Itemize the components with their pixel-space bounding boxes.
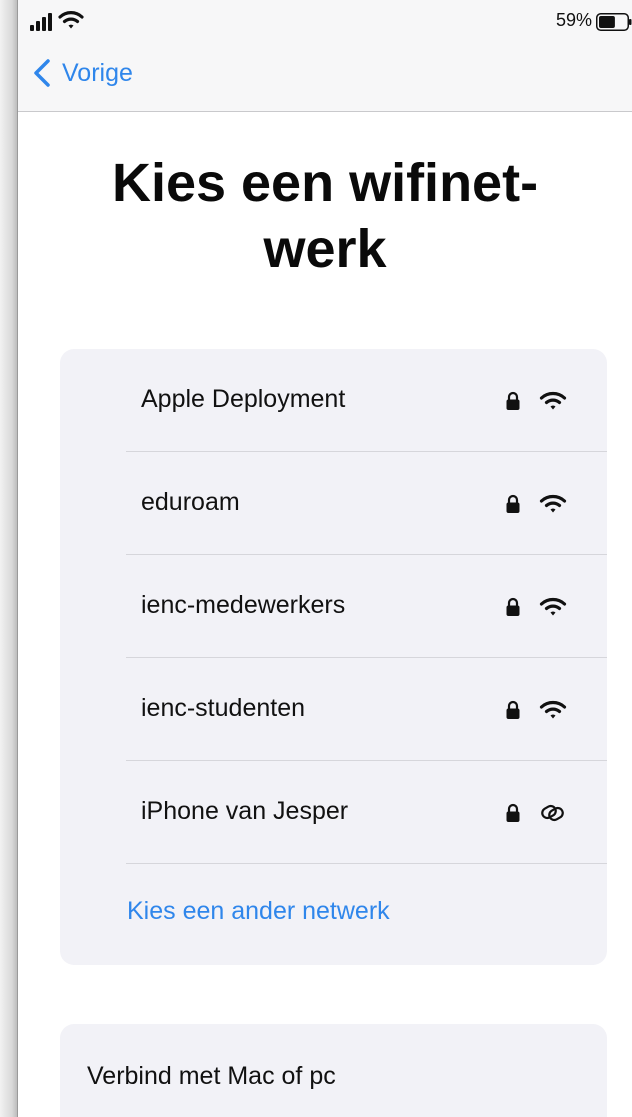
lock-icon: [506, 391, 520, 410]
lock-icon: [506, 597, 520, 616]
lock-icon: [506, 803, 520, 822]
network-name: ienc-studenten: [141, 694, 306, 722]
chevron-back-icon: [34, 59, 50, 87]
network-row-ienc-medewerkers[interactable]: ienc-medewerkers: [126, 555, 607, 658]
network-row-apple-deployment[interactable]: Apple Deployment: [126, 349, 607, 452]
network-row-iphone-van-jesper[interactable]: iPhone van Jesper: [126, 761, 607, 864]
screen: 59% Vorige Kies een wifinet- werk Apple …: [0, 0, 632, 1117]
connect-mac-or-pc-label: Verbind met Mac of pc: [87, 1062, 336, 1090]
wifi-icon: [539, 391, 567, 410]
network-name: iPhone van Jesper: [141, 797, 349, 825]
wifi-icon: [539, 597, 567, 616]
lock-icon: [506, 700, 520, 719]
wifi-icon: [539, 700, 567, 719]
network-row-eduroam[interactable]: eduroam: [126, 452, 607, 555]
network-name: Apple Deployment: [141, 385, 346, 413]
back-button-label: Vorige: [62, 58, 133, 87]
lock-icon: [506, 494, 520, 513]
network-name: eduroam: [141, 488, 240, 516]
battery-icon: [596, 13, 632, 31]
wifi-icon: [58, 11, 84, 29]
device-edge: [0, 0, 18, 1117]
page-title-line-2: werk: [263, 219, 387, 279]
connect-mac-or-pc-button[interactable]: Verbind met Mac of pc: [60, 1024, 607, 1117]
battery-percentage: 59%: [555, 10, 592, 30]
page-title: Kies een wifinet- werk: [18, 150, 632, 282]
cellular-signal-icon: [30, 13, 52, 31]
choose-other-network-link[interactable]: Kies een ander netwerk: [127, 897, 390, 926]
networks-card: Apple Deployment eduroam ienc-medewerker…: [60, 349, 607, 965]
status-bar: 59%: [18, 0, 632, 44]
network-name: ienc-medewerkers: [141, 591, 346, 619]
personal-hotspot-icon: [541, 804, 564, 822]
back-button[interactable]: Vorige: [32, 58, 133, 88]
network-row-ienc-studenten[interactable]: ienc-studenten: [126, 658, 607, 761]
top-chrome: 59% Vorige: [18, 0, 632, 112]
wifi-icon: [539, 494, 567, 513]
page-title-line-1: Kies een wifinet-: [111, 153, 539, 213]
